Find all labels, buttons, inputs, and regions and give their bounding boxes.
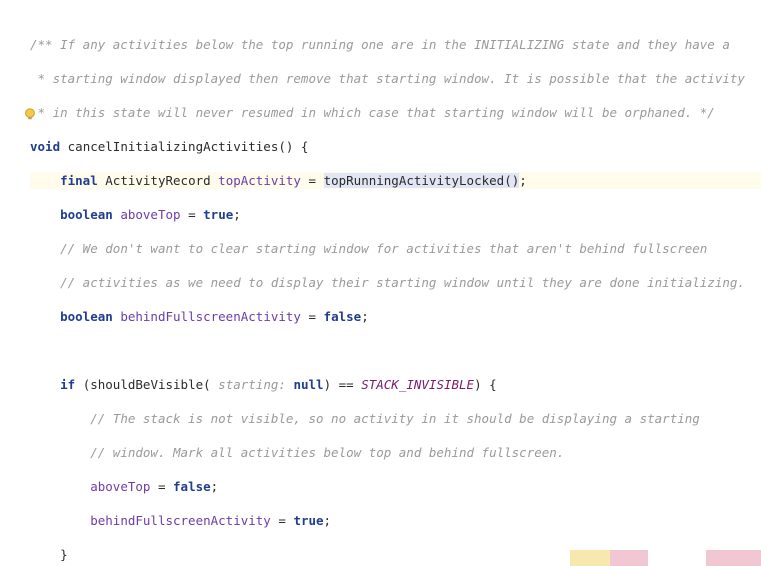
code-line: boolean aboveTop = true; [30, 206, 761, 223]
code-line: if (shouldBeVisible( starting: null) == … [30, 376, 761, 393]
type: ActivityRecord [105, 173, 210, 188]
code-line: // window. Mark all activities below top… [30, 444, 761, 461]
code-line: behindFullscreenActivity = true; [30, 512, 761, 529]
keyword: true [293, 513, 323, 528]
keyword: void [30, 139, 60, 154]
comment: // The stack is not visible, so no activ… [90, 411, 700, 426]
variable: topActivity [218, 173, 301, 188]
method-name: cancelInitializingActivities [68, 139, 279, 154]
comment: /** If any activities below the top runn… [30, 37, 730, 52]
code-line: final ActivityRecord topActivity = topRu… [30, 172, 761, 189]
code-line: // We don't want to clear starting windo… [30, 240, 761, 257]
code-line: /** If any activities below the top runn… [30, 36, 761, 53]
inlay-hint: starting: [211, 377, 286, 392]
comment: // We don't want to clear starting windo… [60, 241, 707, 256]
variable: behindFullscreenActivity [90, 513, 271, 528]
keyword: true [203, 207, 233, 222]
keyword: final [60, 173, 98, 188]
code-line: boolean behindFullscreenActivity = false… [30, 308, 761, 325]
constant: STACK_INVISIBLE [361, 377, 474, 392]
comment: // activities as we need to display thei… [60, 275, 745, 290]
comment: * starting window displayed then remove … [30, 71, 745, 86]
intention-bulb-icon[interactable] [8, 90, 22, 104]
code-line: * starting window displayed then remove … [30, 70, 761, 87]
image-artifact [570, 550, 761, 566]
comment: // window. Mark all activities below top… [90, 445, 564, 460]
keyword: false [324, 309, 362, 324]
code-line: * in this state will never resumed in wh… [30, 104, 761, 121]
keyword: boolean [60, 309, 113, 324]
selected-text: topRunningActivityLocked() [324, 173, 520, 188]
variable: aboveTop [120, 207, 180, 222]
variable: behindFullscreenActivity [120, 309, 301, 324]
keyword: boolean [60, 207, 113, 222]
code-line: // The stack is not visible, so no activ… [30, 410, 761, 427]
code-line [30, 342, 761, 359]
comment: * in this state will never resumed in wh… [30, 105, 715, 120]
keyword: false [173, 479, 211, 494]
code-line: void cancelInitializingActivities() { [30, 138, 761, 155]
keyword: null [293, 377, 323, 392]
code-line: aboveTop = false; [30, 478, 761, 495]
variable: aboveTop [90, 479, 150, 494]
code-line: // activities as we need to display thei… [30, 274, 761, 291]
keyword: if [60, 377, 75, 392]
